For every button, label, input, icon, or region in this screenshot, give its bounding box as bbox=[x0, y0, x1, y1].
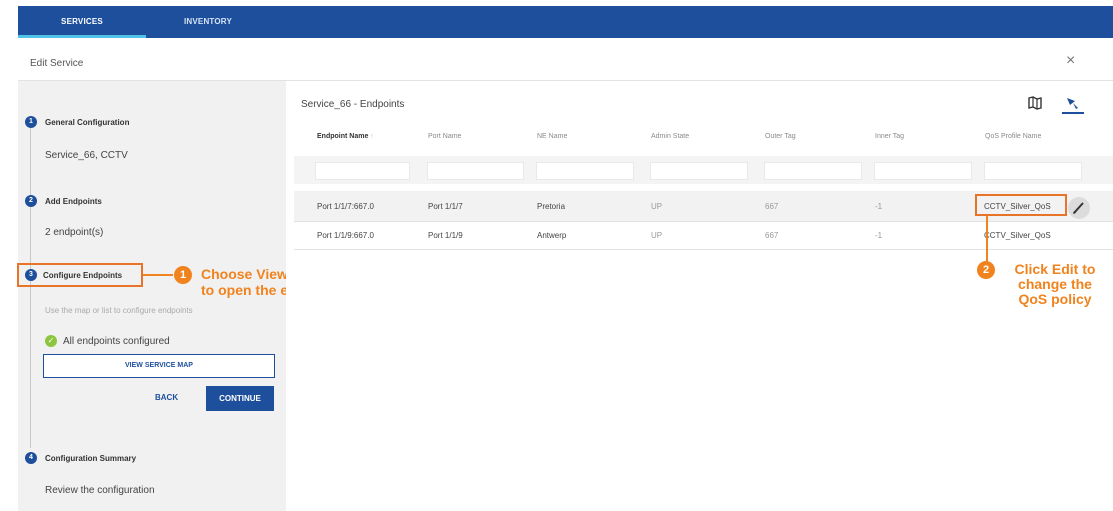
view-service-map-button[interactable]: VIEW SERVICE MAP bbox=[43, 354, 275, 378]
callout-2-line-1: Click Edit to bbox=[1014, 261, 1096, 277]
top-nav-bar: SERVICES INVENTORY bbox=[18, 6, 1113, 38]
back-button[interactable]: BACK bbox=[155, 393, 178, 402]
step-title-configuration-summary[interactable]: Configuration Summary bbox=[45, 454, 136, 463]
cell-endpoint-name: Port 1/1/7:667.0 bbox=[317, 202, 374, 211]
cell-admin-state: UP bbox=[651, 202, 663, 211]
dialog-title: Edit Service bbox=[30, 58, 84, 69]
list-icon bbox=[1067, 98, 1078, 109]
filter-qos-profile-name[interactable] bbox=[984, 162, 1082, 180]
callout-1-connector bbox=[143, 274, 173, 276]
check-circle-icon: ✓ bbox=[45, 335, 57, 347]
row-divider bbox=[294, 249, 1113, 250]
sort-ascending-icon[interactable]: ↑ bbox=[370, 133, 374, 140]
endpoints-configured-status: All endpoints configured bbox=[63, 336, 170, 347]
continue-button[interactable]: CONTINUE bbox=[206, 386, 274, 411]
filter-port-name[interactable] bbox=[427, 162, 524, 180]
column-header-ne-name[interactable]: NE Name bbox=[537, 133, 567, 140]
filter-admin-state[interactable] bbox=[650, 162, 748, 180]
configure-endpoints-hint: Use the map or list to configure endpoin… bbox=[45, 306, 193, 315]
column-header-port-name[interactable]: Port Name bbox=[428, 133, 461, 140]
list-view-tab[interactable] bbox=[1062, 94, 1084, 114]
step-number-3: 3 bbox=[25, 269, 37, 281]
qos-cell-highlight bbox=[975, 194, 1067, 216]
callout-2-connector bbox=[986, 216, 988, 262]
callout-2-line-2: change the bbox=[1018, 276, 1092, 292]
cell-endpoint-name: Port 1/1/9:667.0 bbox=[317, 231, 374, 240]
filter-outer-tag[interactable] bbox=[764, 162, 862, 180]
step-number-4: 4 bbox=[25, 452, 37, 464]
endpoints-panel-title: Service_66 - Endpoints bbox=[301, 99, 405, 110]
cell-outer-tag: 667 bbox=[765, 231, 779, 240]
callout-2-line-3: QoS policy bbox=[1018, 291, 1092, 307]
column-header-qos-profile-name[interactable]: QoS Profile Name bbox=[985, 133, 1041, 140]
column-header-inner-tag[interactable]: Inner Tag bbox=[875, 133, 904, 140]
cell-admin-state: UP bbox=[651, 231, 663, 240]
cell-qos-profile-name: CCTV_Silver_QoS bbox=[984, 231, 1051, 240]
map-icon[interactable] bbox=[1028, 96, 1042, 110]
column-header-admin-state[interactable]: Admin State bbox=[651, 133, 689, 140]
edit-qos-button[interactable] bbox=[1068, 197, 1090, 219]
filter-ne-name[interactable] bbox=[536, 162, 634, 180]
step-subtitle-add-endpoints: 2 endpoint(s) bbox=[45, 227, 104, 238]
tab-services[interactable]: SERVICES bbox=[18, 6, 146, 38]
column-header-outer-tag[interactable]: Outer Tag bbox=[765, 133, 796, 140]
tab-inventory[interactable]: INVENTORY bbox=[168, 6, 248, 38]
cell-inner-tag: -1 bbox=[875, 202, 883, 211]
step-title-general-configuration[interactable]: General Configuration bbox=[45, 118, 129, 127]
cell-port-name: Port 1/1/9 bbox=[428, 231, 463, 240]
cell-outer-tag: 667 bbox=[765, 202, 779, 211]
step-title-add-endpoints[interactable]: Add Endpoints bbox=[45, 197, 102, 206]
row-divider bbox=[294, 221, 1113, 222]
cell-inner-tag: -1 bbox=[875, 231, 883, 240]
cell-port-name: Port 1/1/7 bbox=[428, 202, 463, 211]
callout-2-number: 2 bbox=[977, 261, 995, 279]
step-subtitle-configuration-summary: Review the configuration bbox=[45, 485, 155, 496]
step-subtitle-general-configuration: Service_66, CCTV bbox=[45, 150, 128, 161]
column-header-endpoint-name[interactable]: Endpoint Name ↑ bbox=[317, 133, 374, 140]
step-number-1: 1 bbox=[25, 116, 37, 128]
filter-endpoint-name[interactable] bbox=[315, 162, 410, 180]
step-title-configure-endpoints[interactable]: Configure Endpoints bbox=[43, 271, 122, 280]
wizard-step-line bbox=[30, 128, 31, 448]
pencil-icon bbox=[1073, 202, 1084, 214]
cell-ne-name: Antwerp bbox=[537, 231, 567, 240]
step-number-2: 2 bbox=[25, 195, 37, 207]
close-icon[interactable]: × bbox=[1066, 52, 1075, 70]
endpoints-panel bbox=[286, 81, 1113, 511]
filter-inner-tag[interactable] bbox=[874, 162, 972, 180]
callout-1-number: 1 bbox=[174, 266, 192, 284]
cell-ne-name: Pretoria bbox=[537, 202, 566, 211]
